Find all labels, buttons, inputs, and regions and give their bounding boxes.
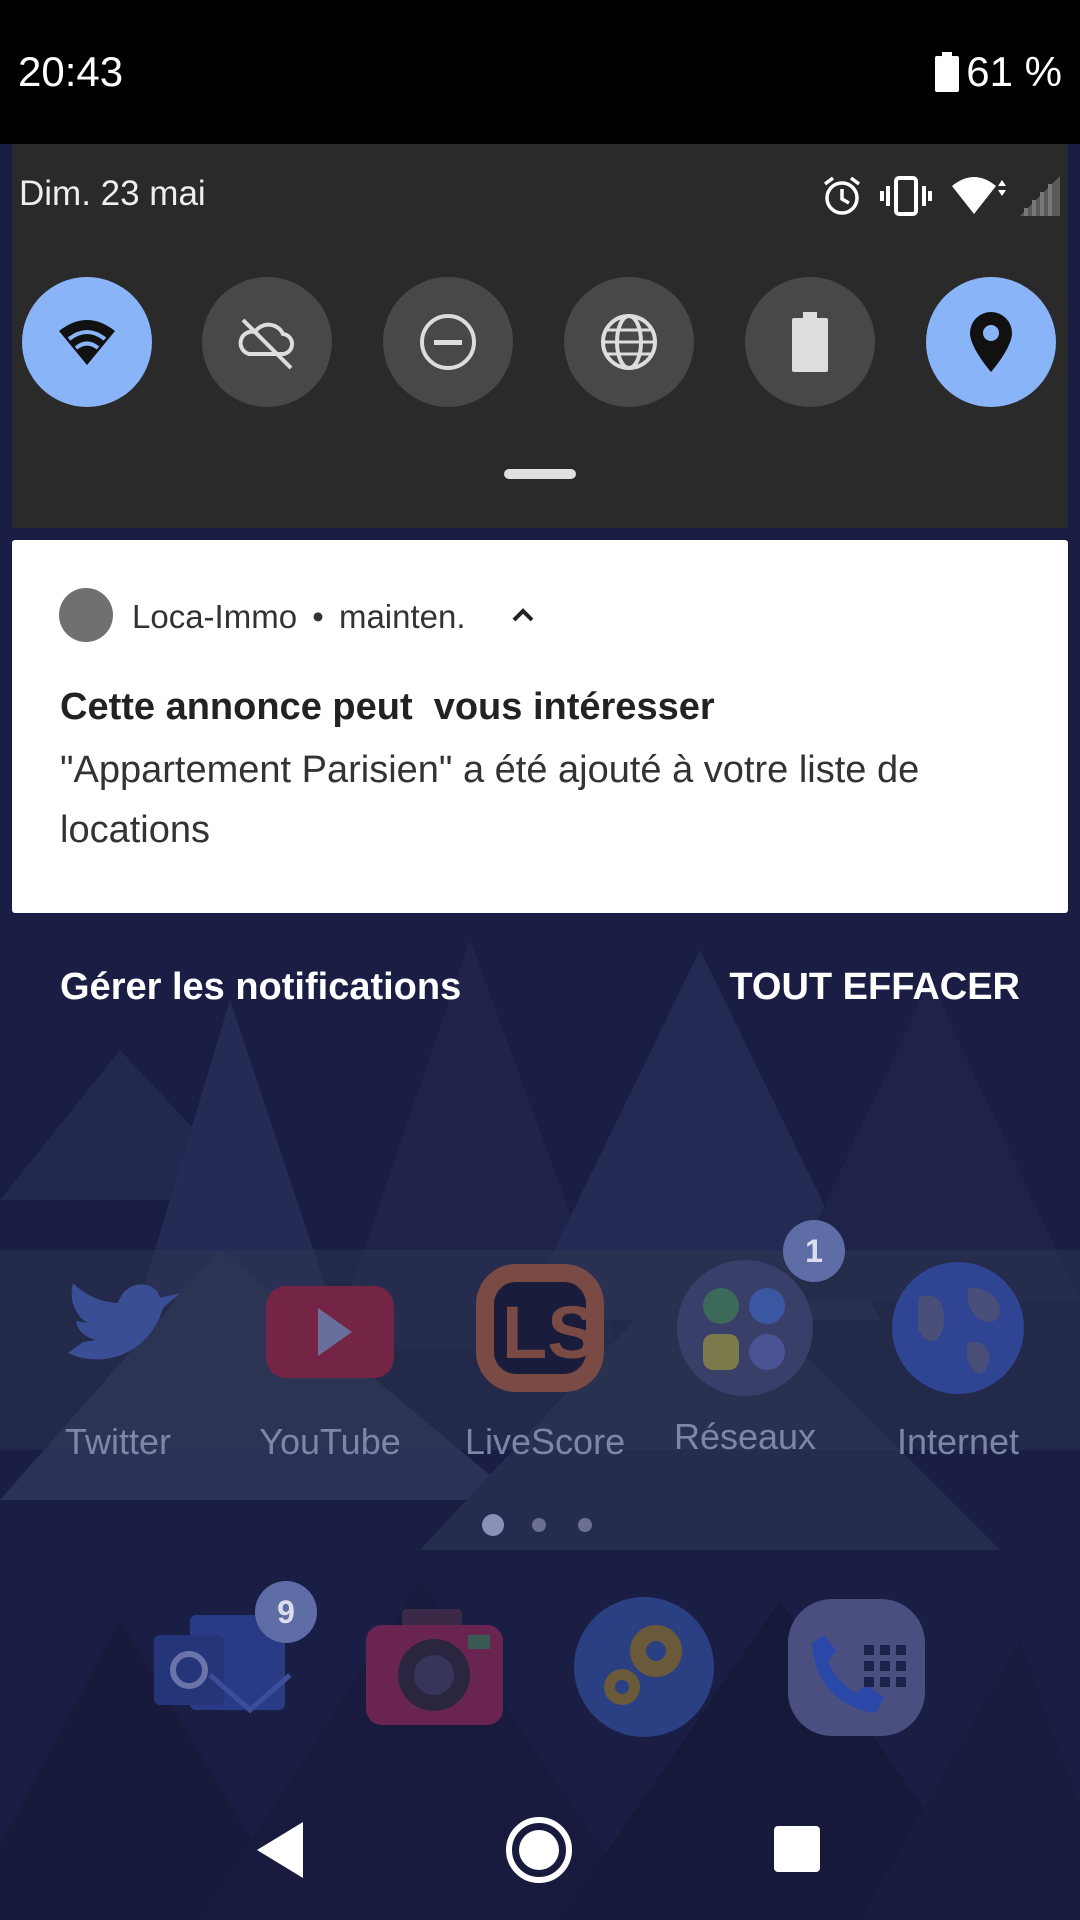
svg-text:LS: LS	[502, 1291, 597, 1374]
app-twitter[interactable]: Twitter	[43, 1258, 193, 1463]
app-label: Internet	[896, 1421, 1020, 1462]
app-youtube[interactable]: YouTube	[255, 1258, 405, 1463]
clear-all-button[interactable]: TOUT EFFACER	[729, 966, 1020, 1009]
twitter-icon	[68, 1283, 180, 1360]
recents-icon[interactable]	[762, 1814, 834, 1886]
page-dot	[532, 1518, 546, 1532]
wifi-tile[interactable]	[22, 277, 152, 407]
status-bar: 20:43 61 %	[0, 0, 1080, 144]
qs-date: Dim. 23 mai	[19, 174, 206, 213]
back-icon[interactable]	[245, 1814, 317, 1886]
manage-notifications-button[interactable]: Gérer les notifications	[60, 966, 461, 1009]
folder-icon: 1	[675, 1220, 845, 1398]
battery-saver-tile[interactable]	[745, 277, 875, 407]
notification-badge: 9	[255, 1581, 317, 1643]
app-outlook[interactable]: 9	[150, 1581, 317, 1740]
app-phone[interactable]	[784, 1595, 929, 1740]
battery-icon	[935, 52, 959, 92]
globe-icon	[892, 1262, 1024, 1394]
battery-saver-icon	[792, 312, 828, 372]
notification-time: mainten.	[338, 598, 466, 635]
notification-app-name: Loca-Immo	[132, 598, 298, 635]
mobile-data-tile[interactable]	[202, 277, 332, 407]
app-label: LiveScore	[465, 1421, 626, 1462]
quick-settings-panel: Dim. 23 mai	[12, 144, 1068, 528]
vpn-tile[interactable]	[564, 277, 694, 407]
app-label: YouTube	[259, 1421, 401, 1462]
app-label: Twitter	[64, 1421, 171, 1462]
location-icon	[970, 312, 1012, 372]
camera-icon	[366, 1609, 503, 1725]
do-not-disturb-icon	[420, 314, 476, 370]
battery-percent: 61 %	[966, 48, 1062, 95]
settings-icon	[574, 1597, 714, 1737]
location-tile[interactable]	[926, 277, 1056, 407]
notification-header: Loca-Immo • mainten.	[132, 598, 466, 636]
dnd-tile[interactable]	[383, 277, 513, 407]
alarm-icon	[823, 176, 861, 215]
notification-separator: •	[312, 598, 324, 635]
notification-title: Cette annonce peut vous intéresser	[60, 686, 715, 728]
app-camera[interactable]	[362, 1595, 507, 1740]
expand-handle[interactable]	[504, 469, 576, 479]
app-label: Réseaux	[673, 1416, 817, 1457]
page-dot-active	[482, 1514, 504, 1536]
app-icon	[59, 588, 113, 642]
clock: 20:43	[18, 48, 124, 95]
livescore-icon: LS	[476, 1264, 604, 1392]
home-icon[interactable]	[503, 1814, 575, 1886]
page-dot	[578, 1518, 592, 1532]
app-livescore[interactable]: LS LiveScore	[465, 1258, 626, 1463]
youtube-icon	[266, 1286, 394, 1378]
globe-icon	[601, 314, 657, 370]
app-reseaux-folder[interactable]: 1 Réseaux	[670, 1220, 845, 1458]
wifi-icon	[59, 320, 115, 365]
notification-card[interactable]: Loca-Immo • mainten. Cette annonce peut …	[12, 540, 1068, 913]
phone-icon	[788, 1599, 925, 1736]
cloud-off-icon	[238, 318, 294, 370]
wifi-signal-icon	[952, 177, 1006, 214]
chevron-up-icon[interactable]	[508, 600, 538, 630]
notification-badge: 1	[783, 1220, 845, 1282]
app-internet[interactable]: Internet	[883, 1258, 1033, 1463]
cell-signal-icon	[1020, 176, 1060, 216]
vibrate-icon	[880, 176, 932, 216]
app-settings[interactable]	[572, 1595, 717, 1740]
notification-text: "Appartement Parisien" a été ajouté à vo…	[60, 749, 920, 851]
page-indicator	[480, 1514, 600, 1542]
